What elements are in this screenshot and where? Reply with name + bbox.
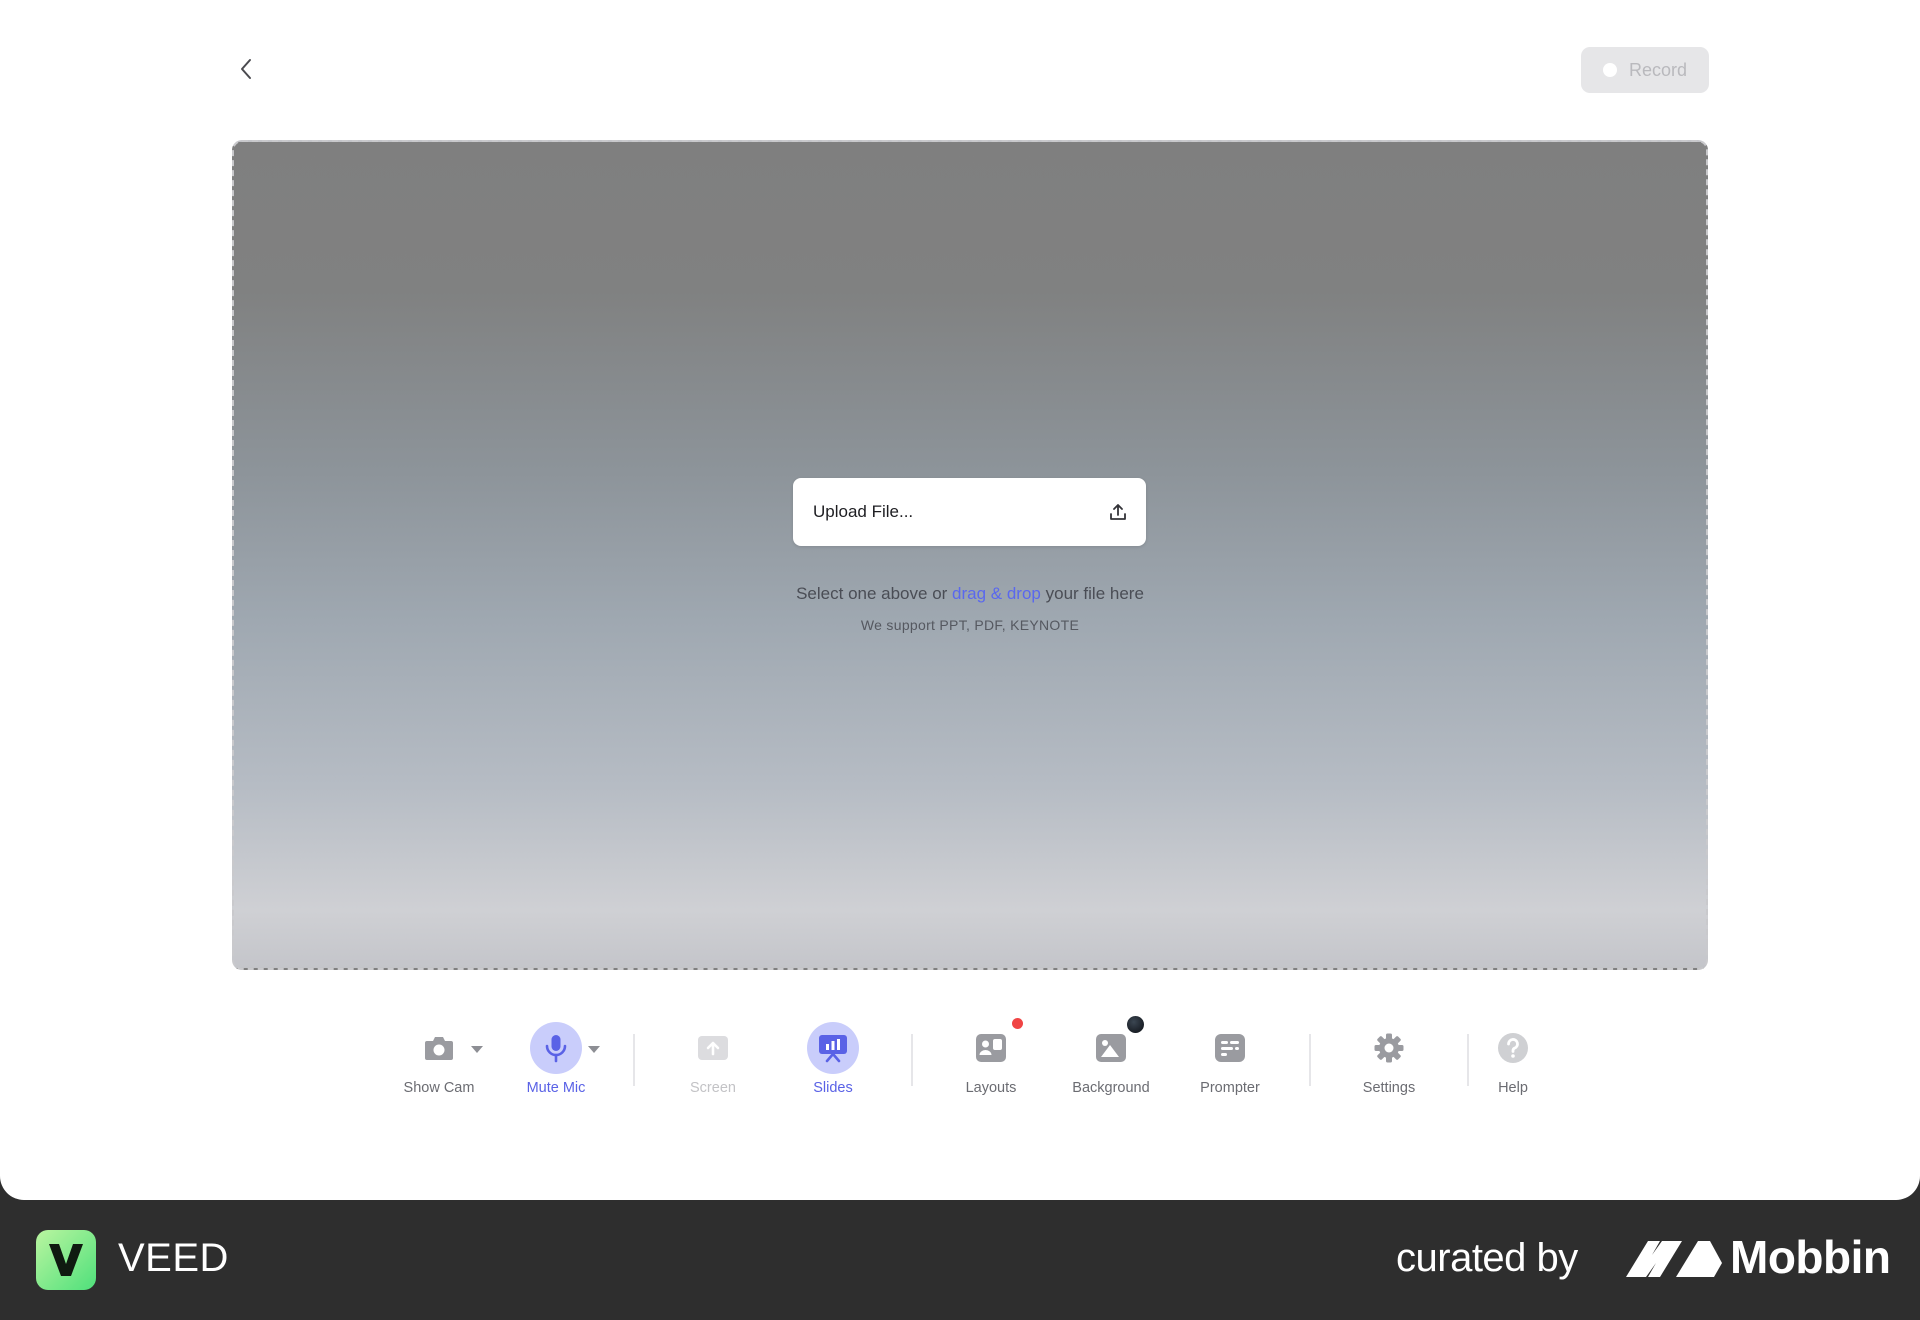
toolbar-divider [911,1034,913,1086]
prompter-label: Prompter [1200,1080,1260,1096]
back-button[interactable] [228,50,264,88]
slides-drop-zone[interactable] [232,140,1708,970]
mute-mic-icon-wrap [530,1022,582,1074]
prompter-icon [1215,1034,1245,1062]
mute-mic-label: Mute Mic [526,1080,586,1096]
drag-drop-link[interactable]: drag & drop [952,584,1041,603]
screen-button[interactable]: Screen [653,1022,773,1096]
settings-icon-wrap [1363,1022,1415,1074]
help-icon [1498,1033,1528,1063]
screen-share-icon [698,1036,728,1060]
prompter-button[interactable]: Prompter [1170,1022,1290,1096]
mute-mic-button[interactable]: Mute Mic [496,1022,616,1096]
upload-icon [1110,504,1126,520]
settings-button[interactable]: Settings [1329,1022,1449,1096]
record-button[interactable]: Record [1581,47,1709,93]
hint-prefix: Select one above or [796,584,948,603]
veed-v-mark-icon [49,1244,83,1276]
show-cam-icon-wrap [413,1022,465,1074]
mobbin-brand-name: Mobbin [1730,1231,1891,1283]
mobbin-logo-icon [1626,1241,1722,1277]
gear-icon [1374,1033,1404,1063]
settings-label: Settings [1362,1080,1416,1096]
help-icon-wrap [1487,1022,1539,1074]
microphone-icon [545,1035,567,1063]
layouts-icon-wrap [965,1018,1023,1074]
record-label: Record [1628,59,1688,80]
background-icon-wrap [1085,1014,1146,1074]
layouts-icon [976,1034,1006,1062]
toolbar-divider [633,1034,635,1086]
slides-icon-wrap [807,1022,859,1074]
mic-options-chevron-icon[interactable] [588,1046,600,1053]
toolbar-divider [1309,1034,1311,1086]
drop-hint: Select one above or drag & drop your fil… [700,584,1240,604]
layouts-label: Layouts [965,1080,1017,1096]
layouts-button[interactable]: Layouts [931,1018,1051,1096]
supported-formats: We support PPT, PDF, KEYNOTE [860,617,1080,633]
screen-icon-wrap [687,1022,739,1074]
camera-options-chevron-icon[interactable] [471,1046,483,1053]
background-preview-swatch [1125,1014,1146,1035]
show-cam-button[interactable]: Show Cam [379,1022,499,1096]
background-button[interactable]: Background [1051,1014,1171,1096]
image-icon [1096,1034,1126,1062]
presentation-icon [819,1035,847,1063]
veed-logo-icon [36,1230,96,1290]
slides-label: Slides [813,1080,853,1096]
chevron-left-icon [241,59,251,79]
hint-suffix: your file here [1045,584,1144,603]
veed-brand-name: VEED [118,1236,229,1280]
slides-button[interactable]: Slides [773,1022,893,1096]
background-label: Background [1072,1080,1150,1096]
upload-file-button[interactable]: Upload File... [793,478,1146,546]
layouts-notification-badge [1012,1018,1023,1029]
prompter-icon-wrap [1204,1022,1256,1074]
upload-file-label: Upload File... [813,502,914,521]
help-button[interactable]: Help [1453,1022,1573,1096]
recording-studio: Record Upload File... Select one above o… [0,0,1920,1200]
screen-label: Screen [690,1080,736,1096]
record-dot-icon [1602,63,1617,77]
camera-icon [425,1037,453,1060]
curated-by-text: curated by [1396,1236,1578,1280]
help-label: Help [1498,1080,1528,1096]
show-cam-label: Show Cam [403,1080,475,1096]
